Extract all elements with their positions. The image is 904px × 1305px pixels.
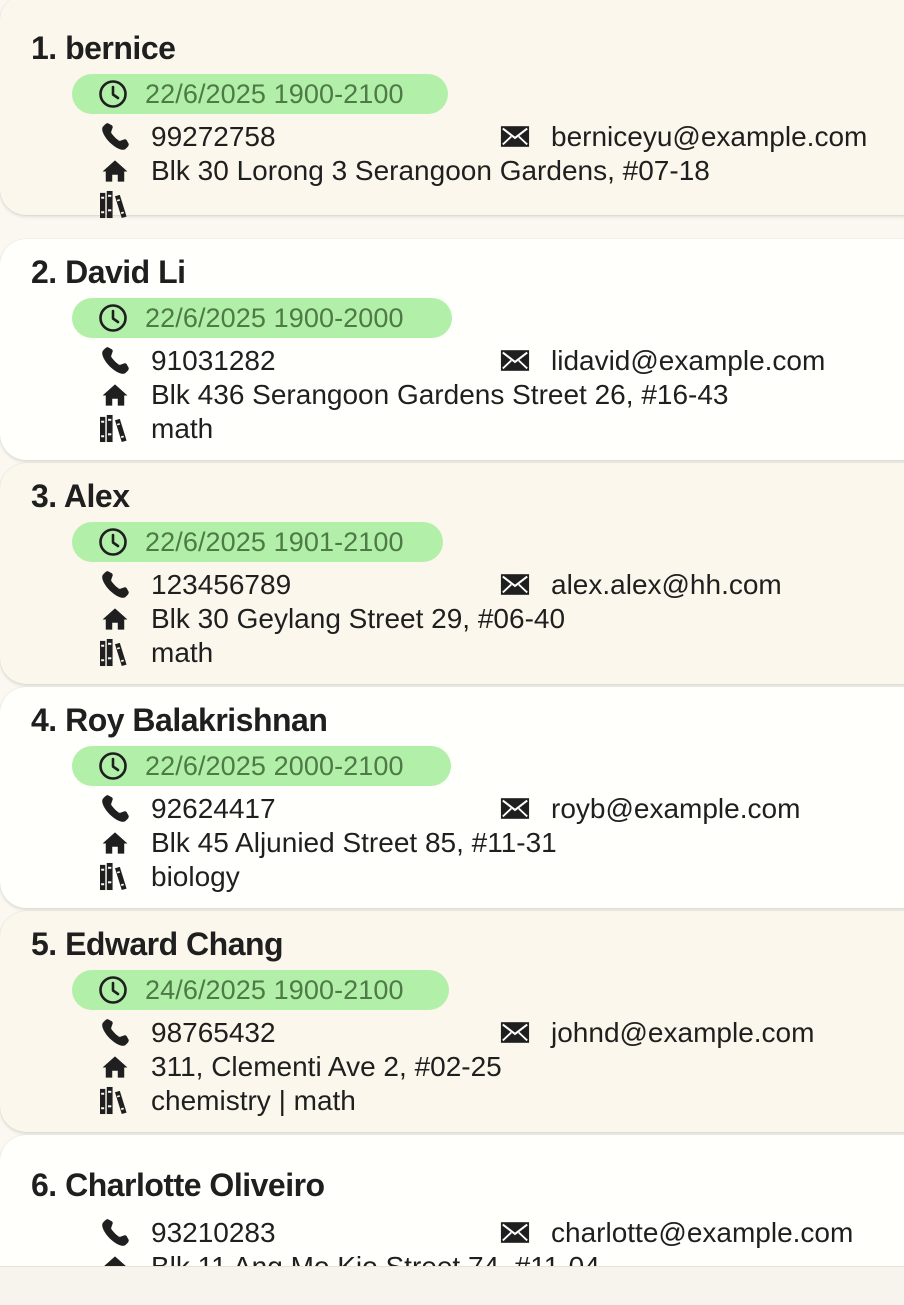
contact-card[interactable]: 5. Edward Chang 24/6/2025 1900-2100 9876… — [0, 911, 904, 1132]
time-slot-badge: 22/6/2025 2000-2100 — [72, 746, 451, 786]
phone-icon — [100, 569, 131, 600]
email-address: charlotte@example.com — [551, 1217, 854, 1248]
address: 311, Clementi Ave 2, #02-25 — [151, 1051, 502, 1082]
phone-number: 123456789 — [151, 569, 292, 600]
address: Blk 30 Lorong 3 Serangoon Gardens, #07-1… — [151, 155, 710, 186]
envelope-icon — [500, 1221, 530, 1244]
time-slot-text: 22/6/2025 2000-2100 — [145, 750, 404, 781]
phone-number: 99272758 — [151, 121, 276, 152]
address: Blk 11 Ang Mo Kio Street 74, #11-04 — [151, 1251, 600, 1266]
time-slot-badge: 24/6/2025 1900-2100 — [72, 970, 449, 1010]
contact-name: 2. David Li — [31, 254, 186, 290]
time-slot-text: 24/6/2025 1900-2100 — [145, 974, 404, 1005]
clock-icon — [98, 751, 128, 781]
contact-card[interactable]: 3. Alex 22/6/2025 1901-2100 123456789 al… — [0, 463, 904, 684]
clock-icon — [98, 975, 128, 1005]
books-icon — [99, 190, 130, 219]
list-bottom-bar — [0, 1266, 904, 1305]
clock-icon — [98, 527, 128, 557]
address: Blk 45 Aljunied Street 85, #11-31 — [151, 827, 557, 858]
books-icon — [99, 862, 130, 891]
phone-icon — [100, 345, 131, 376]
time-slot-badge: 22/6/2025 1900-2000 — [72, 298, 452, 338]
phone-number: 98765432 — [151, 1017, 276, 1048]
envelope-icon — [500, 797, 530, 820]
subjects: math — [151, 413, 214, 444]
home-icon — [101, 1055, 129, 1079]
envelope-icon — [500, 125, 530, 148]
books-icon — [99, 414, 130, 443]
home-icon — [101, 159, 129, 183]
contact-card[interactable]: 4. Roy Balakrishnan 22/6/2025 2000-2100 … — [0, 687, 904, 908]
address: Blk 436 Serangoon Gardens Street 26, #16… — [151, 379, 729, 410]
time-slot-text: 22/6/2025 1900-2100 — [145, 78, 404, 109]
clock-icon — [98, 303, 128, 333]
home-icon — [101, 831, 129, 855]
phone-icon — [100, 793, 131, 824]
time-slot-text: 22/6/2025 1900-2000 — [145, 302, 404, 333]
contact-name: 6. Charlotte Oliveiro — [31, 1167, 325, 1203]
contact-name: 4. Roy Balakrishnan — [31, 702, 328, 738]
subjects: chemistry | math — [151, 1085, 356, 1116]
contact-card[interactable]: 1. bernice 22/6/2025 1900-2100 99272758 … — [0, 0, 904, 215]
subjects: math — [151, 637, 214, 668]
books-icon — [99, 1086, 130, 1115]
contact-name: 1. bernice — [31, 30, 176, 66]
phone-number: 93210283 — [151, 1217, 276, 1248]
email-address: johnd@example.com — [551, 1017, 815, 1048]
phone-icon — [100, 1217, 131, 1248]
email-address: lidavid@example.com — [551, 345, 826, 376]
envelope-icon — [500, 573, 530, 596]
envelope-icon — [500, 349, 530, 372]
contact-card[interactable]: 2. David Li 22/6/2025 1900-2000 91031282… — [0, 239, 904, 460]
home-icon — [101, 1255, 129, 1266]
envelope-icon — [500, 1021, 530, 1044]
time-slot-badge: 22/6/2025 1900-2100 — [72, 74, 448, 114]
phone-number: 92624417 — [151, 793, 276, 824]
contact-list[interactable]: 1. bernice 22/6/2025 1900-2100 99272758 … — [0, 0, 904, 1266]
clock-icon — [98, 79, 128, 109]
phone-icon — [100, 1017, 131, 1048]
contact-name: 3. Alex — [31, 478, 130, 514]
home-icon — [101, 607, 129, 631]
time-slot-text: 22/6/2025 1901-2100 — [145, 526, 404, 557]
phone-number: 91031282 — [151, 345, 276, 376]
home-icon — [101, 383, 129, 407]
address: Blk 30 Geylang Street 29, #06-40 — [151, 603, 566, 634]
contact-card[interactable]: 6. Charlotte Oliveiro 93210283 charlotte… — [0, 1135, 904, 1266]
email-address: royb@example.com — [551, 793, 801, 824]
contact-name: 5. Edward Chang — [31, 926, 284, 962]
email-address: alex.alex@hh.com — [551, 569, 782, 600]
time-slot-badge: 22/6/2025 1901-2100 — [72, 522, 443, 562]
subjects: biology — [151, 861, 240, 892]
email-address: berniceyu@example.com — [551, 121, 868, 152]
books-icon — [99, 638, 130, 667]
phone-icon — [100, 121, 131, 152]
